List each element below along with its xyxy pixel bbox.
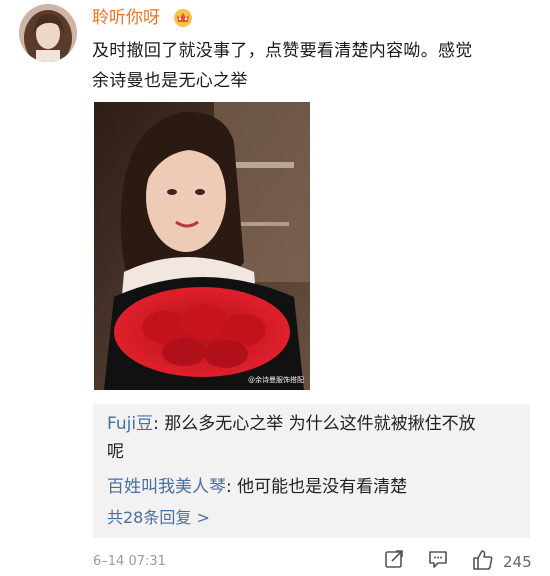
comment-text: 那么多无心之举 为什么这件就被揪住不放 [164, 414, 476, 434]
post-text: 及时撤回了就没事了，点赞要看清楚内容呦。感觉 余诗曼也是无心之举 [92, 36, 532, 96]
comment-icon[interactable] [428, 549, 448, 569]
thumbs-up-icon[interactable] [472, 549, 494, 571]
comment-username[interactable]: Fuji豆 [107, 414, 153, 434]
comment-separator: : [226, 477, 238, 497]
post-timestamp: 6–14 07:31 [93, 554, 166, 569]
username[interactable]: 聆听你呀 [92, 6, 160, 30]
comment-text: 他可能也是没有看清楚 [237, 477, 408, 497]
comment-item[interactable]: 百姓叫我美人琴: 他可能也是没有看清楚 [107, 473, 407, 501]
comment-text-continued: 呢 [107, 442, 124, 462]
vip-crown-badge-icon [173, 8, 193, 28]
share-icon[interactable] [384, 549, 404, 569]
post-text-line-1: 及时撤回了就没事了，点赞要看清楚内容呦。感觉 [92, 41, 473, 61]
image-watermark: @余诗曼服饰搭配 [248, 376, 304, 384]
user-avatar[interactable] [19, 4, 77, 62]
comments-panel: Fuji豆: 那么多无心之举 为什么这件就被揪住不放 呢 百姓叫我美人琴: 他可… [93, 404, 530, 538]
like-count: 245 [503, 553, 532, 571]
post-image[interactable]: @余诗曼服饰搭配 [94, 102, 310, 390]
more-replies-link[interactable]: 共28条回复 > [107, 504, 210, 532]
comment-username[interactable]: 百姓叫我美人琴 [107, 477, 226, 497]
comment-item[interactable]: Fuji豆: 那么多无心之举 为什么这件就被揪住不放 呢 [107, 410, 515, 466]
post-text-line-2: 余诗曼也是无心之举 [92, 71, 248, 91]
comment-separator: : [153, 414, 165, 434]
